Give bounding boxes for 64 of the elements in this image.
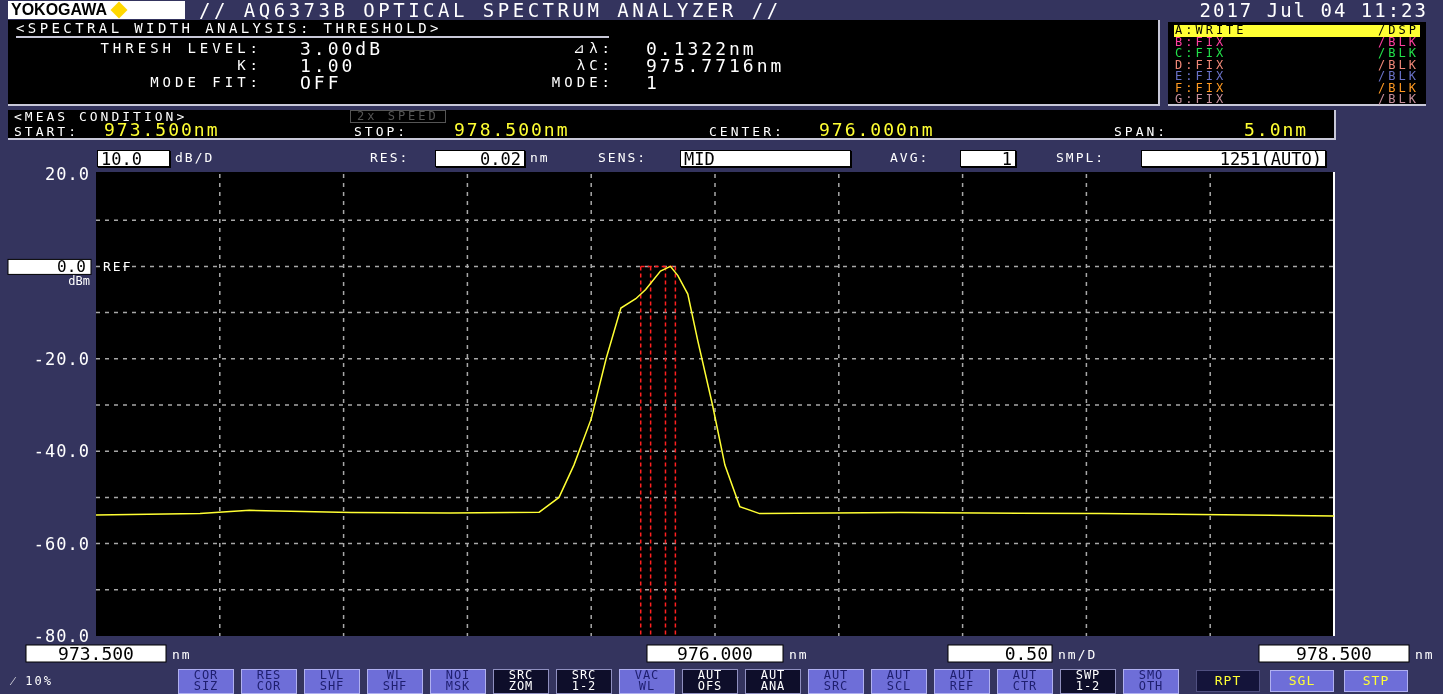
sweep-key[interactable]: RPT: [1196, 670, 1260, 692]
soft-key[interactable]: SRC 1-2: [556, 668, 612, 694]
field-label: ⊿λ:: [572, 39, 615, 58]
stop-wavelength-field[interactable]: 978.500: [1258, 643, 1410, 664]
setting-label: AVG:: [890, 149, 931, 168]
soft-key[interactable]: SWP 1-2: [1060, 668, 1116, 694]
x-tick-label: 976.000: [677, 643, 753, 664]
field-label: λC:: [575, 56, 615, 75]
window-title: // AQ6373B OPTICAL SPECTRUM ANALYZER //: [199, 0, 782, 20]
trace-item[interactable]: E:FIX /BLK: [1174, 71, 1420, 83]
y-axis-label: -60.0: [33, 533, 90, 554]
sensitivity-field[interactable]: MID: [680, 149, 851, 167]
unit-label: nm: [1415, 647, 1435, 662]
field-label: K:: [236, 56, 263, 75]
reference-label: REF: [103, 259, 133, 275]
sweep-key[interactable]: SGL: [1270, 670, 1334, 692]
date-time: 2017 Jul 04 11:23: [1199, 0, 1428, 20]
meas-label: SPAN:: [1114, 125, 1170, 138]
meas-label: START:: [14, 125, 80, 138]
x-tick-label: 973.500: [58, 643, 134, 664]
resolution-field[interactable]: 0.02: [435, 149, 525, 167]
meas-value: 5.0nm: [1244, 122, 1309, 138]
analysis-title: <SPECTRAL WIDTH ANALYSIS: THRESHOLD>: [16, 21, 609, 38]
unit-label: nm: [530, 149, 551, 168]
unit-label: nm: [789, 647, 809, 662]
y-axis-label: -20.0: [33, 348, 90, 369]
y-axis-label: 20.0: [45, 164, 90, 184]
soft-key[interactable]: AUT OFS: [682, 668, 738, 694]
trace-item[interactable]: D:FIX /BLK: [1174, 59, 1420, 71]
trace-item[interactable]: C:FIX /BLK: [1174, 48, 1420, 60]
unit-label: dB/D: [175, 149, 216, 168]
soft-key[interactable]: SRC ZOM: [493, 668, 549, 694]
logo-text: YOKOGAWA: [11, 2, 107, 18]
soft-key[interactable]: AUT ANA: [745, 668, 801, 694]
unit-label: dBm: [68, 274, 90, 289]
trace-item[interactable]: F:FIX /BLK: [1174, 82, 1420, 94]
meas-condition-title: <MEAS CONDITION>: [14, 110, 188, 123]
meas-value: 973.500nm: [104, 122, 220, 138]
y-axis-label: -40.0: [33, 441, 90, 462]
sweep-key[interactable]: STP: [1344, 670, 1408, 692]
trace-item[interactable]: A:WRITE /DSP: [1174, 25, 1420, 37]
average-field[interactable]: 1: [960, 149, 1016, 167]
start-wavelength-field[interactable]: 973.500: [25, 643, 167, 664]
center-wavelength-field[interactable]: 976.000: [646, 643, 784, 664]
trace-item[interactable]: G:FIX /BLK: [1174, 94, 1420, 106]
field-label: THRESH LEVEL:: [99, 39, 263, 58]
meas-value: 976.000nm: [819, 122, 935, 138]
field-label: MODE:: [550, 73, 615, 92]
unit-label: nm: [172, 647, 192, 662]
sampling-field[interactable]: 1251(AUTO): [1141, 149, 1326, 167]
setting-label: RES:: [370, 149, 411, 168]
trace-item[interactable]: B:FIX /BLK: [1174, 36, 1420, 48]
x-tick-label: 978.500: [1296, 643, 1372, 664]
span-per-division-field[interactable]: 0.50: [947, 643, 1053, 664]
field-label: MODE FIT:: [149, 73, 263, 92]
y-axis-label: -80.0: [33, 626, 90, 646]
unit-label: nm/D: [1058, 647, 1098, 662]
meas-label: STOP:: [354, 125, 410, 138]
scale-field[interactable]: 10.0: [97, 149, 170, 167]
status-text: ⁄ 10%: [12, 673, 54, 690]
meas-value: 978.500nm: [454, 122, 570, 138]
meas-label: CENTER:: [709, 125, 786, 138]
setting-label: SMPL:: [1056, 149, 1107, 168]
setting-label: SENS:: [598, 149, 649, 168]
